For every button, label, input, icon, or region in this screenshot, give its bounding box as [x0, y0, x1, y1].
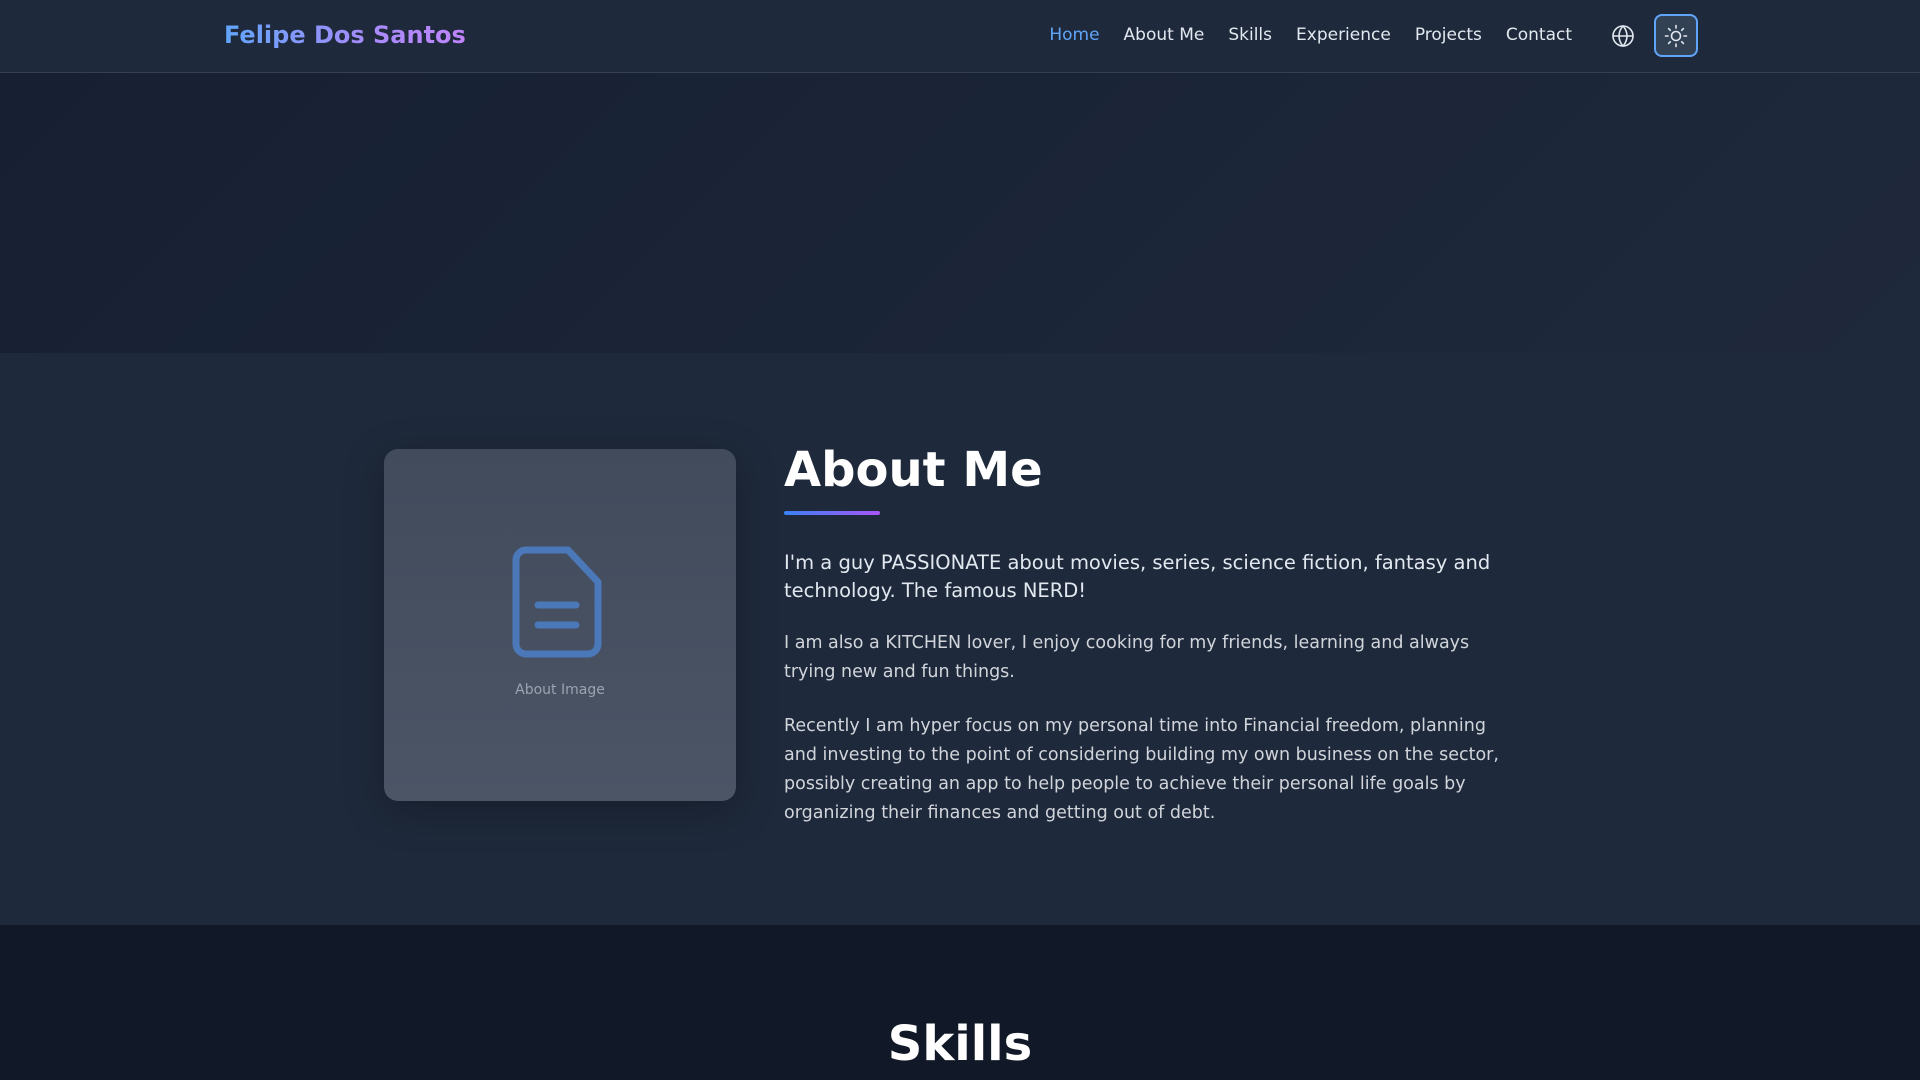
nav-link-experience[interactable]: Experience [1296, 24, 1391, 46]
about-title: About Me [784, 442, 1043, 498]
title-underline [784, 511, 880, 515]
about-image-placeholder: About Image [384, 449, 736, 801]
theme-toggle-button[interactable] [1654, 14, 1698, 57]
nav-link-about-me[interactable]: About Me [1124, 24, 1205, 46]
document-icon [512, 546, 602, 658]
about-paragraph-finance: Recently I am hyper focus on my personal… [784, 716, 1499, 823]
about-section: About Image About Me I'm a guy PASSIONAT… [0, 353, 1920, 925]
skills-title: Skills [887, 1016, 1033, 1072]
nav-links: Home About Me Skills Experience Projects… [1049, 24, 1572, 46]
about-content: About Me I'm a guy PASSIONATE about movi… [784, 441, 1524, 828]
language-button[interactable] [1610, 23, 1636, 49]
sun-icon [1664, 24, 1688, 47]
navbar: Felipe Dos Santos Home About Me Skills E… [0, 0, 1920, 73]
nav-link-skills[interactable]: Skills [1228, 24, 1272, 46]
about-paragraph-kitchen: I am also a KITCHEN lover, I enjoy cooki… [784, 633, 1470, 682]
about-image-caption: About Image [515, 682, 605, 698]
skills-section: Skills [0, 925, 1920, 1080]
brand-logo[interactable]: Felipe Dos Santos [224, 20, 466, 50]
nav-link-projects[interactable]: Projects [1415, 24, 1482, 46]
globe-icon [1612, 24, 1634, 48]
nav-link-contact[interactable]: Contact [1506, 24, 1572, 46]
hero-section [0, 73, 1920, 353]
about-lead-paragraph: I'm a guy PASSIONATE about movies, serie… [784, 551, 1491, 602]
nav-link-home[interactable]: Home [1049, 24, 1099, 46]
